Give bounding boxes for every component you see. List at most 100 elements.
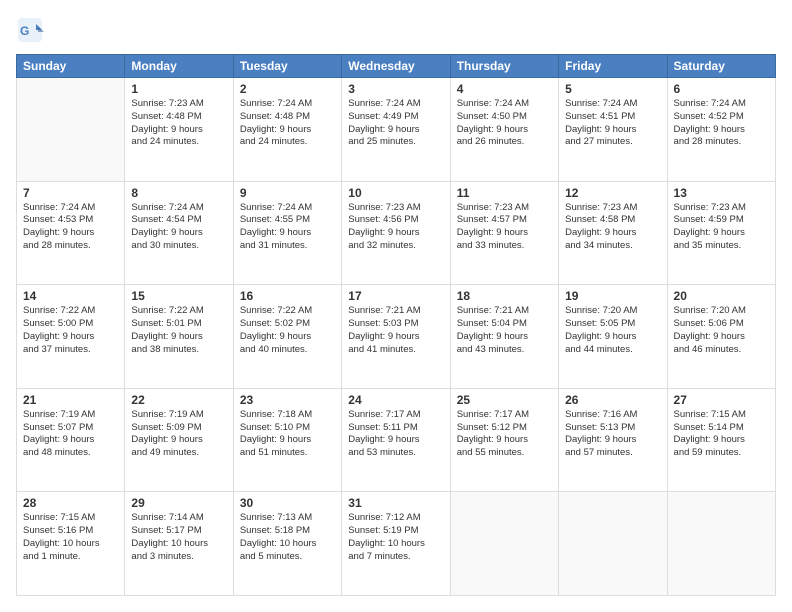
calendar-cell: 7Sunrise: 7:24 AMSunset: 4:53 PMDaylight… — [17, 181, 125, 285]
calendar-cell: 18Sunrise: 7:21 AMSunset: 5:04 PMDayligh… — [450, 285, 558, 389]
day-number: 31 — [348, 496, 443, 510]
calendar-cell: 29Sunrise: 7:14 AMSunset: 5:17 PMDayligh… — [125, 492, 233, 596]
day-number: 18 — [457, 289, 552, 303]
calendar-cell — [667, 492, 775, 596]
day-info: Sunrise: 7:22 AMSunset: 5:00 PMDaylight:… — [23, 305, 118, 356]
day-number: 9 — [240, 186, 335, 200]
calendar-cell: 21 Sunrise: 7:19 AMSunset: 5:07 PMDayligh… — [17, 388, 125, 492]
calendar-cell: 25Sunrise: 7:17 AMSunset: 5:12 PMDayligh… — [450, 388, 558, 492]
calendar-cell: 31 Sunrise: 7:12 AMSunset: 5:19 PMDayligh… — [342, 492, 450, 596]
day-number: 12 — [565, 186, 660, 200]
logo-icon: G — [16, 16, 44, 44]
day-info: Sunrise: 7:17 AMSunset: 5:11 PMDaylight:… — [348, 409, 443, 460]
day-number: 19 — [565, 289, 660, 303]
calendar-cell: 23 Sunrise: 7:18 AMSunset: 5:10 PMDayligh… — [233, 388, 341, 492]
calendar-cell: 26 Sunrise: 7:16 AMSunset: 5:13 PMDayligh… — [559, 388, 667, 492]
day-number: 4 — [457, 82, 552, 96]
day-info: Sunrise: 7:24 AMSunset: 4:55 PMDaylight:… — [240, 202, 335, 253]
calendar-cell: 3 Sunrise: 7:24 AMSunset: 4:49 PMDaylight… — [342, 78, 450, 182]
col-header-tuesday: Tuesday — [233, 55, 341, 78]
day-info: Sunrise: 7:19 AMSunset: 5:09 PMDaylight:… — [131, 409, 226, 460]
day-number: 6 — [674, 82, 769, 96]
calendar-cell: 14 Sunrise: 7:22 AMSunset: 5:00 PMDayligh… — [17, 285, 125, 389]
calendar-cell: 17Sunrise: 7:21 AMSunset: 5:03 PMDayligh… — [342, 285, 450, 389]
day-info: Sunrise: 7:15 AMSunset: 5:16 PMDaylight:… — [23, 512, 118, 563]
day-number: 27 — [674, 393, 769, 407]
calendar-cell: 8 Sunrise: 7:24 AMSunset: 4:54 PMDaylight… — [125, 181, 233, 285]
calendar-cell: 28 Sunrise: 7:15 AMSunset: 5:16 PMDayligh… — [17, 492, 125, 596]
day-info: Sunrise: 7:23 AMSunset: 4:48 PMDaylight:… — [131, 98, 226, 149]
calendar-cell: 1 Sunrise: 7:23 AMSunset: 4:48 PMDaylight… — [125, 78, 233, 182]
day-info: Sunrise: 7:22 AMSunset: 5:02 PMDaylight:… — [240, 305, 335, 356]
day-info: Sunrise: 7:24 AMSunset: 4:49 PMDaylight:… — [348, 98, 443, 149]
day-number: 23 — [240, 393, 335, 407]
col-header-friday: Friday — [559, 55, 667, 78]
day-number: 28 — [23, 496, 118, 510]
day-number: 30 — [240, 496, 335, 510]
day-number: 8 — [131, 186, 226, 200]
day-number: 3 — [348, 82, 443, 96]
day-info: Sunrise: 7:21 AMSunset: 5:03 PMDaylight:… — [348, 305, 443, 356]
day-number: 14 — [23, 289, 118, 303]
calendar-cell: 15 Sunrise: 7:22 AMSunset: 5:01 PMDayligh… — [125, 285, 233, 389]
col-header-sunday: Sunday — [17, 55, 125, 78]
col-header-thursday: Thursday — [450, 55, 558, 78]
day-info: Sunrise: 7:15 AMSunset: 5:14 PMDaylight:… — [674, 409, 769, 460]
calendar-cell — [559, 492, 667, 596]
page: G SundayMondayTuesdayWednesdayThursdayFr… — [0, 0, 792, 612]
day-info: Sunrise: 7:24 AMSunset: 4:54 PMDaylight:… — [131, 202, 226, 253]
calendar-cell: 19 Sunrise: 7:20 AMSunset: 5:05 PMDayligh… — [559, 285, 667, 389]
logo: G — [16, 16, 48, 44]
calendar-cell — [17, 78, 125, 182]
day-number: 11 — [457, 186, 552, 200]
calendar-cell: 24 Sunrise: 7:17 AMSunset: 5:11 PMDayligh… — [342, 388, 450, 492]
calendar-cell: 13 Sunrise: 7:23 AMSunset: 4:59 PMDayligh… — [667, 181, 775, 285]
calendar-table: SundayMondayTuesdayWednesdayThursdayFrid… — [16, 54, 776, 596]
calendar-cell: 11 Sunrise: 7:23 AMSunset: 4:57 PMDayligh… — [450, 181, 558, 285]
calendar-cell: 5 Sunrise: 7:24 AMSunset: 4:51 PMDaylight… — [559, 78, 667, 182]
day-info: Sunrise: 7:19 AMSunset: 5:07 PMDaylight:… — [23, 409, 118, 460]
day-info: Sunrise: 7:24 AMSunset: 4:48 PMDaylight:… — [240, 98, 335, 149]
day-info: Sunrise: 7:24 AMSunset: 4:50 PMDaylight:… — [457, 98, 552, 149]
day-number: 21 — [23, 393, 118, 407]
col-header-monday: Monday — [125, 55, 233, 78]
day-info: Sunrise: 7:20 AMSunset: 5:06 PMDaylight:… — [674, 305, 769, 356]
day-info: Sunrise: 7:23 AMSunset: 4:57 PMDaylight:… — [457, 202, 552, 253]
day-number: 22 — [131, 393, 226, 407]
calendar-cell — [450, 492, 558, 596]
day-info: Sunrise: 7:18 AMSunset: 5:10 PMDaylight:… — [240, 409, 335, 460]
day-number: 24 — [348, 393, 443, 407]
day-info: Sunrise: 7:23 AMSunset: 4:59 PMDaylight:… — [674, 202, 769, 253]
day-info: Sunrise: 7:20 AMSunset: 5:05 PMDaylight:… — [565, 305, 660, 356]
day-info: Sunrise: 7:24 AMSunset: 4:53 PMDaylight:… — [23, 202, 118, 253]
day-info: Sunrise: 7:24 AMSunset: 4:52 PMDaylight:… — [674, 98, 769, 149]
day-info: Sunrise: 7:12 AMSunset: 5:19 PMDaylight:… — [348, 512, 443, 563]
calendar-cell: 27 Sunrise: 7:15 AMSunset: 5:14 PMDayligh… — [667, 388, 775, 492]
day-number: 10 — [348, 186, 443, 200]
calendar-cell: 9 Sunrise: 7:24 AMSunset: 4:55 PMDaylight… — [233, 181, 341, 285]
header: G — [16, 16, 776, 44]
calendar-cell: 12Sunrise: 7:23 AMSunset: 4:58 PMDayligh… — [559, 181, 667, 285]
col-header-wednesday: Wednesday — [342, 55, 450, 78]
calendar-cell: 16 Sunrise: 7:22 AMSunset: 5:02 PMDayligh… — [233, 285, 341, 389]
calendar-cell: 2 Sunrise: 7:24 AMSunset: 4:48 PMDaylight… — [233, 78, 341, 182]
day-info: Sunrise: 7:13 AMSunset: 5:18 PMDaylight:… — [240, 512, 335, 563]
col-header-saturday: Saturday — [667, 55, 775, 78]
day-number: 16 — [240, 289, 335, 303]
day-info: Sunrise: 7:24 AMSunset: 4:51 PMDaylight:… — [565, 98, 660, 149]
calendar-cell: 30 Sunrise: 7:13 AMSunset: 5:18 PMDayligh… — [233, 492, 341, 596]
day-info: Sunrise: 7:23 AMSunset: 4:56 PMDaylight:… — [348, 202, 443, 253]
day-info: Sunrise: 7:14 AMSunset: 5:17 PMDaylight:… — [131, 512, 226, 563]
day-number: 26 — [565, 393, 660, 407]
day-number: 15 — [131, 289, 226, 303]
day-info: Sunrise: 7:22 AMSunset: 5:01 PMDaylight:… — [131, 305, 226, 356]
day-number: 1 — [131, 82, 226, 96]
day-number: 25 — [457, 393, 552, 407]
day-info: Sunrise: 7:16 AMSunset: 5:13 PMDaylight:… — [565, 409, 660, 460]
calendar-cell: 22 Sunrise: 7:19 AMSunset: 5:09 PMDayligh… — [125, 388, 233, 492]
svg-text:G: G — [20, 24, 29, 38]
calendar-cell: 20Sunrise: 7:20 AMSunset: 5:06 PMDayligh… — [667, 285, 775, 389]
day-number: 5 — [565, 82, 660, 96]
day-number: 13 — [674, 186, 769, 200]
day-number: 2 — [240, 82, 335, 96]
